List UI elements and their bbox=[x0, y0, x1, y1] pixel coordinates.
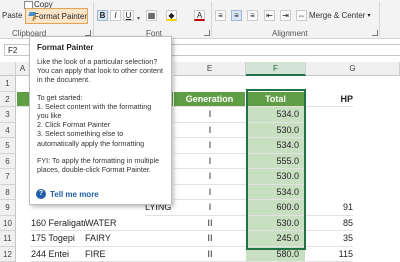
column-header-f[interactable]: F bbox=[246, 62, 306, 76]
generation-cell[interactable]: II bbox=[174, 231, 246, 247]
tooltip-fyi: FYI: To apply the formatting in multiple… bbox=[37, 156, 164, 174]
merge-center-label: Merge & Center bbox=[309, 11, 365, 20]
merge-center-button[interactable]: ⇔ Merge & Center ▾ bbox=[296, 10, 370, 21]
fill-color-icon[interactable]: ◆ bbox=[166, 10, 177, 21]
generation-cell[interactable]: II bbox=[174, 216, 246, 232]
chevron-down-icon[interactable]: ▾ bbox=[137, 15, 140, 22]
tooltip-get-started: To get started: bbox=[37, 93, 164, 102]
row-header[interactable]: 9 bbox=[0, 200, 16, 216]
divider bbox=[211, 2, 212, 36]
row-header[interactable]: 11 bbox=[0, 231, 16, 247]
generation-cell[interactable]: I bbox=[174, 154, 246, 170]
type-cell[interactable]: FAIRY bbox=[85, 231, 174, 247]
format-painter-label: Format Painter bbox=[34, 12, 87, 21]
paste-button[interactable]: Paste bbox=[2, 11, 22, 20]
total-cell[interactable]: 245.0 bbox=[246, 231, 306, 247]
format-painter-button[interactable]: Format Painter bbox=[25, 8, 88, 24]
decrease-indent-icon[interactable]: ⇤ bbox=[264, 10, 275, 21]
hp-cell[interactable]: 115 bbox=[306, 247, 353, 262]
row-header[interactable]: 3 bbox=[0, 107, 16, 123]
borders-icon[interactable]: ▦ bbox=[146, 10, 157, 21]
hp-cell[interactable]: 85 bbox=[306, 216, 353, 232]
generation-cell[interactable]: II bbox=[174, 247, 246, 262]
total-cell[interactable]: 534.0 bbox=[246, 185, 306, 201]
align-left-icon[interactable]: ≡ bbox=[215, 10, 226, 21]
paintbrush-icon bbox=[29, 12, 31, 21]
generation-cell[interactable]: I bbox=[174, 185, 246, 201]
name-cell[interactable]: 175 Togepi bbox=[30, 231, 85, 247]
name-cell[interactable]: 244 Entei bbox=[30, 247, 85, 262]
row-header[interactable]: 1 bbox=[0, 76, 16, 92]
italic-button[interactable]: I bbox=[110, 10, 121, 21]
name-cell[interactable]: 160 Feraligatr bbox=[30, 216, 85, 232]
generation-cell[interactable]: I bbox=[174, 138, 246, 154]
total-cell[interactable]: 600.0 bbox=[246, 200, 306, 216]
total-cell[interactable]: 530.0 bbox=[246, 123, 306, 139]
divider bbox=[379, 2, 380, 36]
font-color-icon[interactable]: A bbox=[194, 10, 205, 21]
row-header[interactable]: 6 bbox=[0, 154, 16, 170]
tooltip-step-2: 2. Click Format Painter bbox=[37, 120, 164, 129]
row-header[interactable]: 7 bbox=[0, 169, 16, 185]
select-all-corner[interactable] bbox=[0, 62, 16, 76]
total-cell[interactable]: 580.0 bbox=[246, 247, 306, 262]
formula-input[interactable]: Total bbox=[140, 44, 400, 56]
chevron-down-icon: ▾ bbox=[367, 12, 370, 19]
generation-cell[interactable]: I bbox=[174, 169, 246, 185]
tell-me-more-label: Tell me more bbox=[50, 190, 99, 199]
table-header-hp[interactable]: HP bbox=[306, 92, 353, 108]
row-header[interactable]: 4 bbox=[0, 123, 16, 139]
table-header-total[interactable]: Total bbox=[246, 92, 306, 108]
row-header[interactable]: 5 bbox=[0, 138, 16, 154]
total-cell[interactable]: 534.0 bbox=[246, 107, 306, 123]
alignment-launcher-icon[interactable] bbox=[372, 30, 378, 36]
group-label-alignment: Alignment bbox=[272, 29, 308, 38]
total-cell[interactable]: 555.0 bbox=[246, 154, 306, 170]
increase-indent-icon[interactable]: ⇥ bbox=[280, 10, 291, 21]
type-cell[interactable]: WATER bbox=[85, 216, 174, 232]
column-header-a[interactable]: A bbox=[16, 62, 30, 76]
row-header[interactable]: 12 bbox=[0, 247, 16, 262]
total-cell[interactable]: 530.0 bbox=[246, 216, 306, 232]
generation-cell[interactable]: I bbox=[174, 123, 246, 139]
tooltip-title: Format Painter bbox=[37, 43, 164, 52]
total-cell[interactable]: 530.0 bbox=[246, 169, 306, 185]
row-header[interactable]: 8 bbox=[0, 185, 16, 201]
generation-cell[interactable]: I bbox=[174, 107, 246, 123]
generation-cell[interactable]: I bbox=[174, 200, 246, 216]
align-right-icon[interactable]: ≡ bbox=[247, 10, 258, 21]
tooltip-step-3: 3. Select something else to automaticall… bbox=[37, 129, 164, 147]
tooltip-intro: Like the look of a particular selection?… bbox=[37, 57, 164, 85]
bold-button[interactable]: B bbox=[97, 10, 108, 21]
help-icon: ? bbox=[36, 189, 46, 199]
format-painter-tooltip: Format Painter Like the look of a partic… bbox=[29, 36, 172, 205]
type-cell[interactable]: FIRE bbox=[85, 247, 174, 262]
row-header[interactable]: 10 bbox=[0, 216, 16, 232]
table-header-generation[interactable]: Generation bbox=[174, 92, 246, 108]
column-header-g[interactable]: G bbox=[306, 62, 400, 76]
font-launcher-icon[interactable] bbox=[204, 30, 210, 36]
divider bbox=[93, 2, 94, 36]
row-header[interactable]: 2 bbox=[0, 92, 16, 108]
ribbon: Paste Copy Format Painter B I U ▾ ▦ ◆ A … bbox=[0, 0, 400, 39]
hp-cell[interactable]: 91 bbox=[306, 200, 353, 216]
hp-cell[interactable]: 35 bbox=[306, 231, 353, 247]
total-cell[interactable]: 534.0 bbox=[246, 138, 306, 154]
column-header-e[interactable]: E bbox=[174, 62, 246, 76]
underline-button[interactable]: U bbox=[123, 10, 134, 21]
merge-icon: ⇔ bbox=[296, 10, 307, 21]
align-center-icon[interactable]: ≡ bbox=[231, 10, 242, 21]
tell-me-more-link[interactable]: ? Tell me more bbox=[36, 189, 99, 199]
tooltip-step-1: 1. Select content with the formatting yo… bbox=[37, 102, 164, 120]
